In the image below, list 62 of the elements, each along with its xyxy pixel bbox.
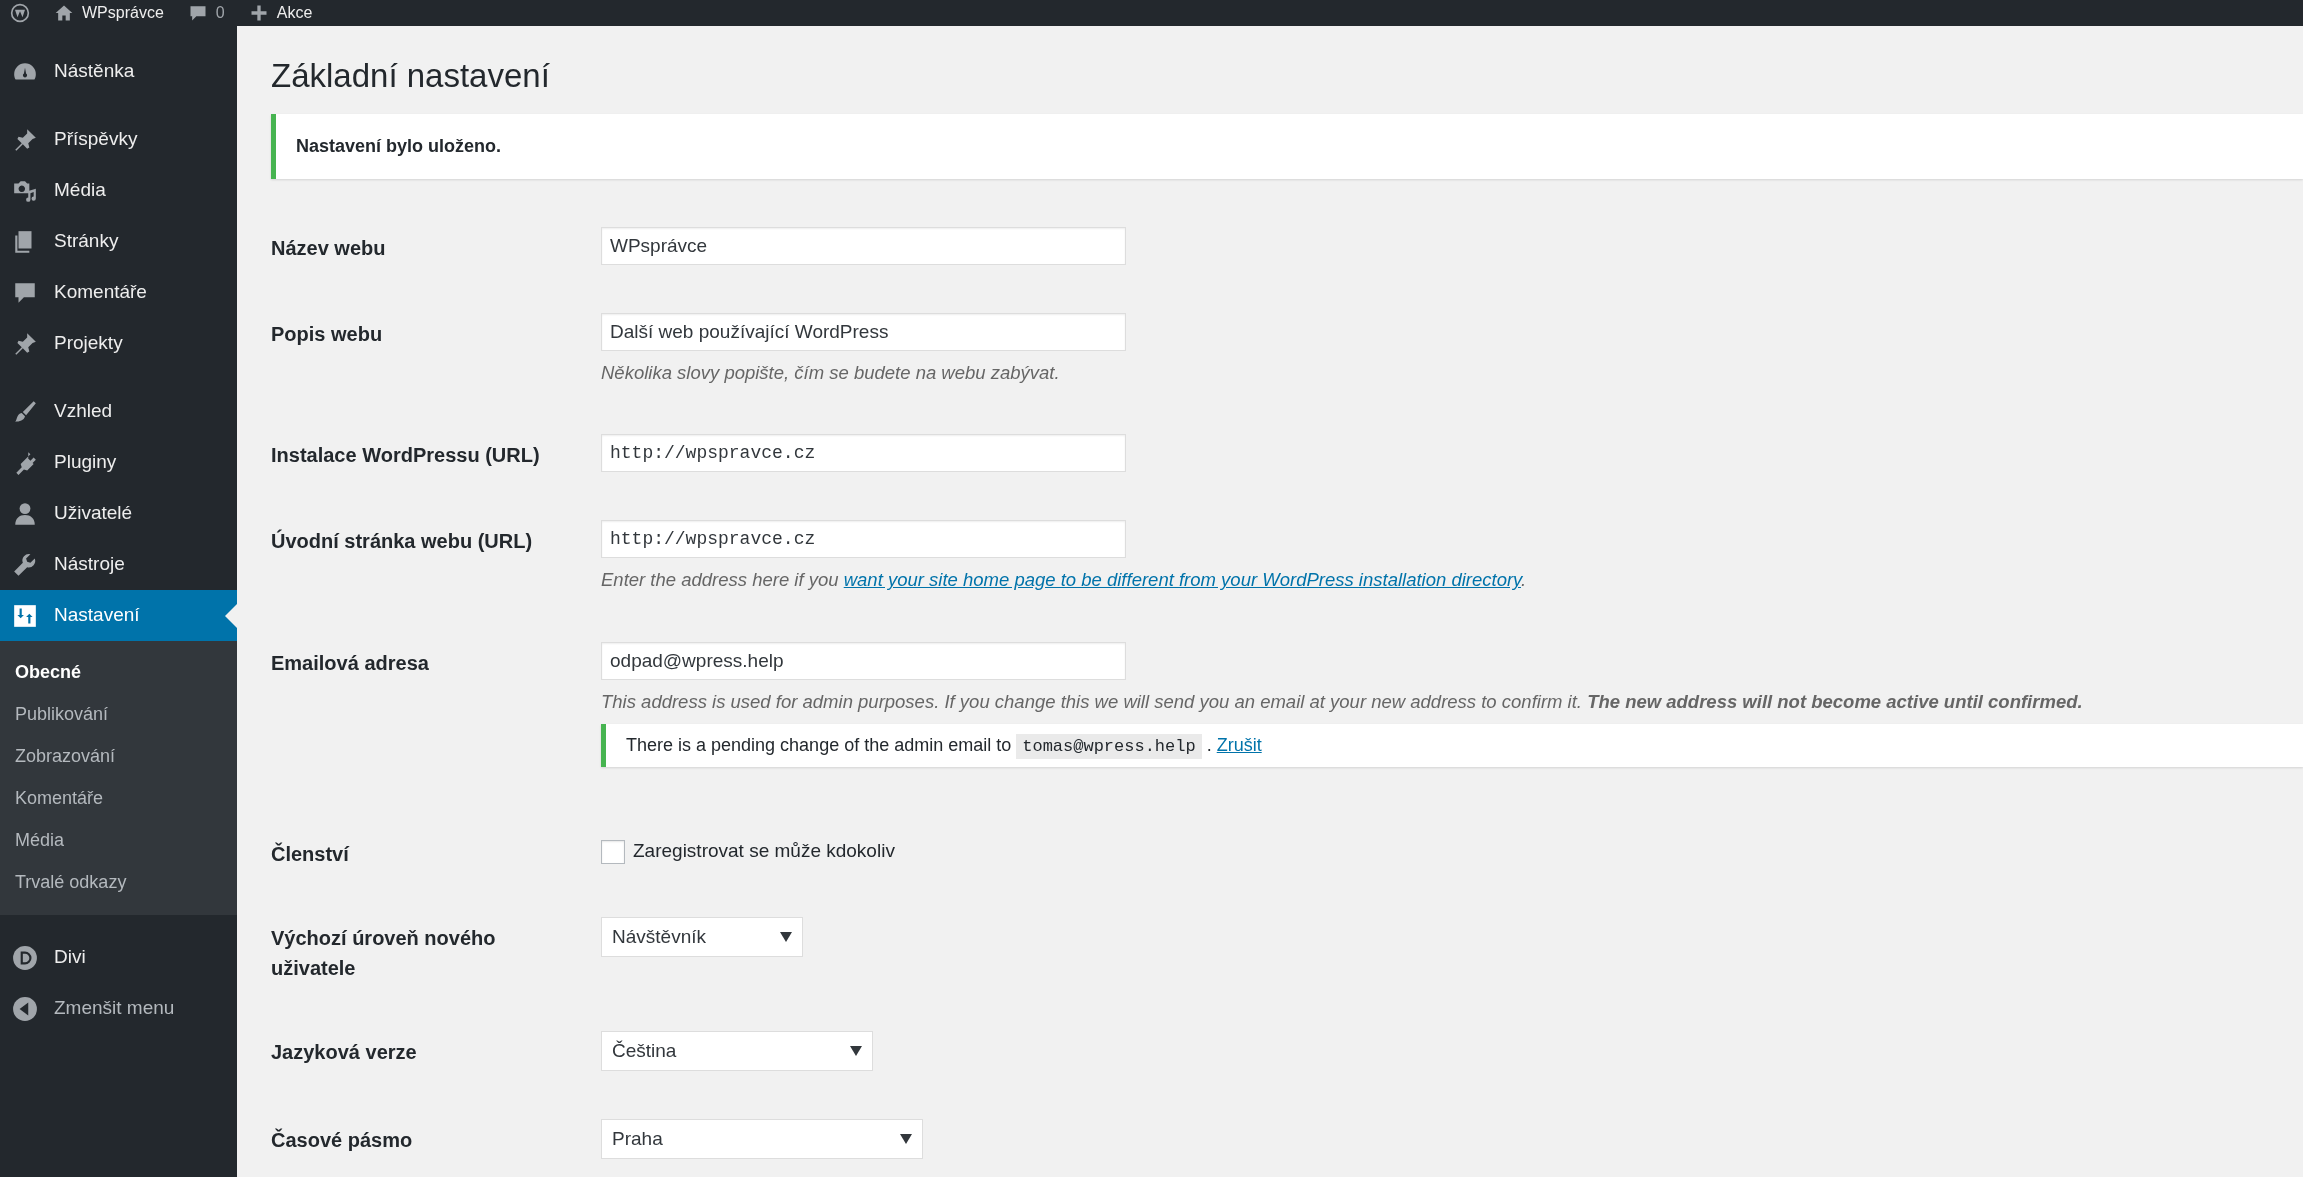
input-field[interactable]: odpad@wpress.help (601, 642, 1126, 681)
sidebar-item[interactable]: Nastavení (0, 590, 237, 641)
sidebar-item[interactable]: Divi (0, 932, 237, 983)
submenu-item[interactable]: Publikování (0, 693, 237, 735)
email-code: tomas@wpress.help (1016, 733, 1202, 759)
page-title: Základní nastavení (271, 56, 551, 96)
field-description: This address is used for admin purposes. If you change this we will send you an email at your new address to confirm it. The new address will not become active until confirmed. (601, 690, 2084, 715)
field-label: Výchozí úroveň nového uživatele (271, 926, 497, 982)
success-notice: Nastavení bylo uloženo. (271, 113, 2303, 179)
cancel-link[interactable]: Zrušit (1216, 734, 1262, 755)
dropdown[interactable]: Čeština (601, 1031, 873, 1072)
input-field[interactable]: Další web používající WordPress (601, 312, 1126, 351)
collapse-icon (12, 995, 38, 1022)
sidebar-item[interactable]: Příspěvky (0, 114, 237, 165)
toolbar-link[interactable]: Akce (248, 3, 313, 23)
field-label: Úvodní stránka webu (URL) (271, 528, 534, 555)
sidebar-item[interactable]: Pluginy (0, 437, 237, 488)
sidebar-item[interactable]: Komentáře (0, 267, 237, 318)
sidebar-item[interactable]: Uživatelé (0, 488, 237, 539)
field-label: Členství (271, 841, 351, 868)
input-field[interactable]: WPsprávce (601, 226, 1126, 265)
submenu-item[interactable]: Komentáře (0, 777, 237, 819)
field-label: Popis webu (271, 321, 384, 347)
toolbar-link[interactable]: WPsprávce (54, 3, 164, 23)
field-label: Jazyková verze (271, 1040, 418, 1066)
sidebar-item[interactable]: Stránky (0, 216, 237, 267)
field-label: Název webu (271, 235, 387, 261)
dropdown[interactable]: Návštěvník (601, 917, 803, 958)
submenu-item[interactable]: Trvalé odkazy (0, 861, 237, 903)
checkbox-label[interactable]: Zaregistrovat se může kdokoliv (633, 837, 895, 866)
sidebar-item[interactable]: Projekty (0, 318, 237, 369)
submenu-item[interactable]: Obecné (0, 651, 237, 693)
caret-icon (850, 1046, 862, 1057)
dropdown[interactable]: Praha (601, 1119, 923, 1160)
toolbar-link[interactable]: 0 (187, 3, 225, 23)
collapse-menu-link[interactable]: Zmenšit menu (0, 983, 237, 1034)
description-link[interactable]: want your site home page to be different from your WordPress installation directory (843, 569, 1521, 591)
input-field[interactable]: http://wpspravce.cz (601, 520, 1126, 559)
field-description: Několika slovy popište, čím se budete na webu zabývat. (601, 360, 1061, 385)
notice-text: There is a pending change of the admin email to (626, 734, 1013, 755)
field-label: Emailová adresa (271, 651, 430, 677)
field-label: Instalace WordPressu (URL) (271, 443, 541, 469)
sidebar-item[interactable]: Média (0, 165, 237, 216)
submenu-item[interactable]: Média (0, 819, 237, 861)
brush-icon (12, 398, 38, 425)
field-label: Časové pásmo (271, 1127, 414, 1154)
sidebar-item[interactable]: Nástroje (0, 539, 237, 590)
caret-icon (780, 932, 792, 943)
notice-text: . (1205, 734, 1213, 755)
submenu-item[interactable]: Zobrazování (0, 735, 237, 777)
checkbox[interactable] (601, 839, 625, 864)
caret-icon (900, 1134, 912, 1145)
field-description: Enter the address here if you want your site home page to be different from your WordPress installation directory. (601, 568, 1528, 593)
sliders-icon (12, 602, 38, 629)
sidebar-item[interactable]: Nástěnka (0, 46, 237, 97)
wrench-icon (12, 551, 38, 578)
input-field[interactable]: http://wpspravce.cz (601, 434, 1126, 473)
letter-d-icon (12, 944, 38, 971)
wordpress-logo-icon[interactable] (10, 3, 30, 23)
house-icon (54, 3, 74, 23)
user-icon (12, 500, 38, 527)
sidebar-item[interactable]: Vzhled (0, 386, 237, 437)
